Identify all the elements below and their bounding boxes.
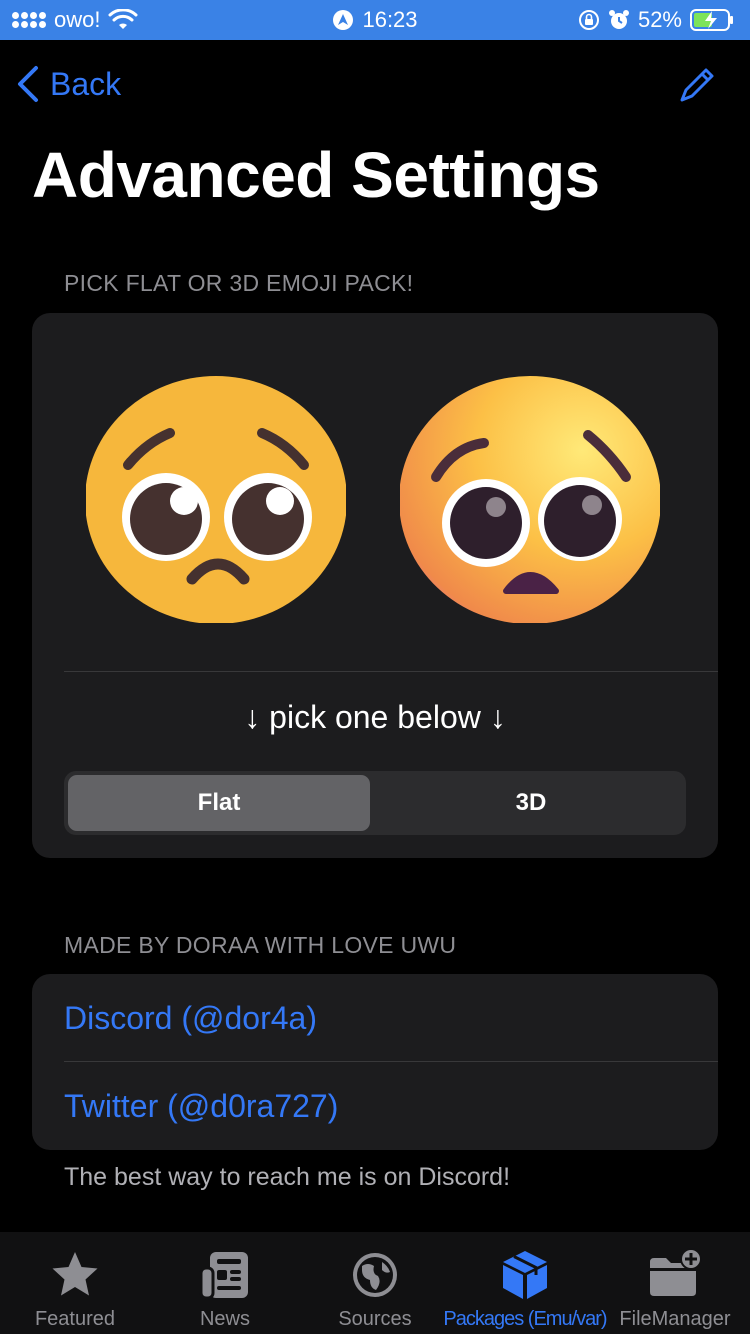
location-arrow-icon <box>333 10 354 30</box>
newspaper-icon <box>199 1252 248 1300</box>
tab-featured[interactable]: Featured <box>0 1232 150 1334</box>
credits-section-header: MADE BY DORAA WITH LOVE UWU <box>64 932 457 958</box>
status-bar: owo! 16:23 52% <box>0 0 750 40</box>
tab-label: News <box>199 1308 250 1330</box>
tab-packages[interactable]: Packages (Emu/var) <box>443 1232 608 1334</box>
tab-news[interactable]: News <box>150 1232 300 1334</box>
emoji-preview-row <box>32 353 718 633</box>
alarm-icon <box>608 10 629 29</box>
chevron-left-icon <box>18 66 38 102</box>
credits-divider <box>64 1061 718 1062</box>
3d-pleading-emoji <box>400 376 660 623</box>
tab-sources[interactable]: Sources <box>300 1232 450 1334</box>
card-divider <box>64 671 718 672</box>
tab-label: FileManager <box>619 1308 731 1330</box>
status-right: 52% <box>578 0 734 40</box>
emoji-section-header: PICK FLAT OR 3D EMOJI PACK! <box>64 270 414 296</box>
tab-bar: Featured News Sources Packages (Emu/var)… <box>0 1232 750 1334</box>
folder-plus-icon <box>650 1248 702 1296</box>
tab-label: Packages (Emu/var) <box>443 1308 607 1330</box>
battery-percent: 52% <box>637 7 682 32</box>
status-time: 16:23 <box>362 7 418 32</box>
pencil-icon[interactable] <box>676 66 716 106</box>
package-box-icon <box>503 1251 547 1299</box>
tab-label: Featured <box>34 1308 116 1330</box>
star-icon <box>52 1252 98 1296</box>
battery-charging-icon <box>690 9 733 31</box>
back-label: Back <box>50 65 122 102</box>
credits-card: Discord (@dor4a) Twitter (@d0ra727) <box>32 974 718 1150</box>
flat-pleading-emoji <box>86 376 346 623</box>
orientation-lock-icon <box>578 10 599 30</box>
segment-3d[interactable]: 3D <box>380 775 682 831</box>
contact-note: The best way to reach me is on Discord! <box>64 1163 511 1191</box>
tab-filemanager[interactable]: FileManager <box>600 1232 750 1334</box>
segment-flat[interactable]: Flat <box>68 775 370 831</box>
navigation-bar: Back <box>0 40 750 130</box>
emoji-pack-card: ↓ pick one below ↓ Flat 3D <box>32 313 718 858</box>
pick-hint: ↓ pick one below ↓ <box>244 699 506 735</box>
emoji-pack-segmented-control[interactable]: Flat 3D <box>64 771 686 835</box>
tab-label: Sources <box>338 1308 412 1330</box>
page-title: Advanced Settings <box>32 139 600 211</box>
globe-icon <box>353 1253 397 1297</box>
discord-link[interactable]: Discord (@dor4a) <box>64 1000 317 1037</box>
back-button[interactable]: Back <box>16 64 121 104</box>
twitter-link[interactable]: Twitter (@d0ra727) <box>64 1088 338 1125</box>
